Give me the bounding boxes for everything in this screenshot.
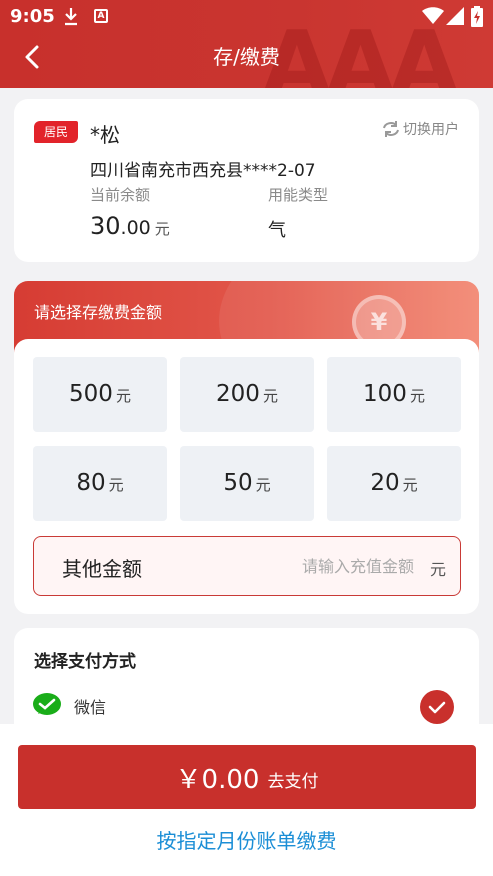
status-time: 9:05 bbox=[10, 6, 55, 27]
amount-option-unit: 元 bbox=[108, 476, 124, 494]
wechat-icon bbox=[33, 693, 61, 715]
pay-amount: ￥0.00 bbox=[175, 764, 260, 795]
switch-icon bbox=[383, 121, 399, 137]
balance-decimal: .00 bbox=[120, 217, 151, 239]
balance-integer: 30 bbox=[90, 212, 121, 240]
user-address: 四川省南充市西充县****2-07 bbox=[90, 161, 316, 181]
wechat-label: 微信 bbox=[74, 698, 107, 717]
pay-button[interactable]: ￥0.00 去支付 bbox=[18, 745, 476, 809]
amount-option-100[interactable]: 100 元 bbox=[327, 357, 461, 432]
amount-option-unit: 元 bbox=[115, 387, 131, 405]
amount-title: 请选择存缴费金额 bbox=[34, 303, 163, 322]
amount-option-unit: 元 bbox=[262, 387, 278, 405]
checkmark-icon bbox=[428, 701, 446, 714]
user-name: *松 bbox=[90, 123, 120, 147]
amount-option-value: 500 bbox=[69, 381, 113, 407]
status-bar: 9:05 A bbox=[0, 0, 493, 34]
switch-user-label: 切换用户 bbox=[403, 122, 459, 138]
download-icon bbox=[65, 8, 77, 26]
amount-option-value: 20 bbox=[370, 470, 400, 496]
amount-option-20[interactable]: 20 元 bbox=[327, 446, 461, 521]
resident-badge: 居民 bbox=[34, 121, 78, 143]
balance-unit: 元 bbox=[154, 220, 170, 238]
amount-option-unit: 元 bbox=[402, 476, 418, 494]
amount-option-500[interactable]: 500 元 bbox=[33, 357, 167, 432]
other-amount-input[interactable] bbox=[234, 553, 414, 579]
balance-label: 当前余额 bbox=[90, 186, 151, 204]
energy-type-value: 气 bbox=[268, 220, 286, 241]
amount-options-card: 500元 200元 100元 80元 50元 20元 其他金额 元 bbox=[14, 339, 479, 614]
amount-option-200[interactable]: 200 元 bbox=[180, 357, 314, 432]
other-amount-field: 其他金额 元 bbox=[33, 536, 461, 596]
balance-value: 30.00 元 bbox=[90, 212, 170, 240]
amount-option-80[interactable]: 80 元 bbox=[33, 446, 167, 521]
app-header: AAA 9:05 A 存/缴费 bbox=[0, 0, 493, 88]
wechat-selected-checkbox[interactable] bbox=[420, 690, 454, 724]
monthly-bill-link[interactable]: 按指定月份账单缴费 bbox=[0, 825, 493, 854]
amount-option-value: 80 bbox=[76, 470, 106, 496]
other-amount-unit: 元 bbox=[429, 560, 446, 579]
payment-title: 选择支付方式 bbox=[34, 652, 136, 672]
bottom-bar: ￥0.00 去支付 按指定月份账单缴费 bbox=[0, 724, 493, 876]
energy-type-label: 用能类型 bbox=[268, 186, 329, 204]
keyboard-icon: A bbox=[94, 9, 108, 23]
other-amount-label: 其他金额 bbox=[62, 557, 142, 581]
amount-option-value: 50 bbox=[223, 470, 253, 496]
switch-user-button[interactable]: 切换用户 bbox=[381, 119, 459, 139]
wifi-icon bbox=[422, 7, 444, 24]
amount-option-unit: 元 bbox=[255, 476, 271, 494]
amount-option-value: 100 bbox=[363, 381, 407, 407]
amount-option-unit: 元 bbox=[409, 387, 425, 405]
user-info-card: 居民 *松 切换用户 四川省南充市西充县****2-07 当前余额 用能类型 3… bbox=[14, 99, 479, 262]
pay-action-label: 去支付 bbox=[267, 771, 319, 792]
amount-option-value: 200 bbox=[216, 381, 260, 407]
amount-option-50[interactable]: 50 元 bbox=[180, 446, 314, 521]
page-title: 存/缴费 bbox=[213, 45, 280, 69]
signal-icon bbox=[446, 7, 464, 25]
battery-icon bbox=[471, 6, 483, 27]
